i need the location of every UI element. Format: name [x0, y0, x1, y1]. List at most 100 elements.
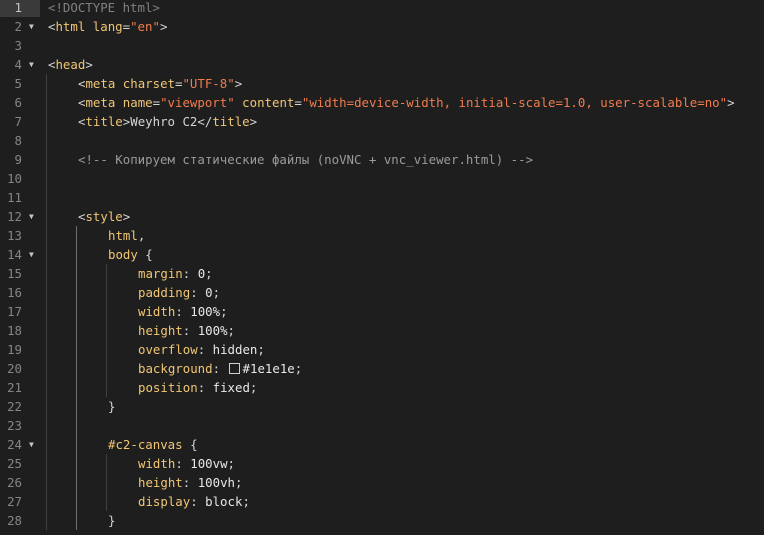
code-token: "viewport" — [160, 95, 235, 110]
line-number: 14 — [7, 247, 22, 262]
code-line[interactable]: 3 — [0, 36, 764, 55]
code-token: : — [182, 323, 198, 338]
code-line[interactable]: 16 padding: 0; — [0, 283, 764, 302]
code-line[interactable]: 15 margin: 0; — [0, 264, 764, 283]
line-number: 20 — [7, 361, 22, 376]
code-token: : — [197, 380, 213, 395]
code-token: <!-- Копируем статические файлы (noVNC +… — [78, 152, 534, 167]
code-text: <!-- Копируем статические файлы (noVNC +… — [78, 150, 533, 169]
code-token: > — [234, 76, 243, 91]
code-token: ; — [227, 323, 235, 338]
code-line[interactable]: 26 height: 100vh; — [0, 473, 764, 492]
code-line[interactable]: 4 ▼ <head> — [0, 55, 764, 74]
code-token: } — [108, 513, 116, 528]
code-token: title — [85, 114, 123, 129]
code-line[interactable]: 19 overflow: hidden; — [0, 340, 764, 359]
code-line[interactable]: 7 <title>Weyhro C2</title> — [0, 112, 764, 131]
code-text: background: #1e1e1e; — [138, 359, 302, 378]
fold-chevron-icon[interactable]: ▼ — [29, 435, 39, 454]
code-token: 100vw — [190, 456, 228, 471]
code-line[interactable]: 9 <!-- Копируем статические файлы (noVNC … — [0, 150, 764, 169]
line-number: 19 — [7, 342, 22, 357]
code-text: } — [108, 397, 115, 416]
code-token: width — [138, 304, 176, 319]
line-number: 10 — [7, 171, 22, 186]
code-token: : — [175, 456, 191, 471]
line-number: 2 — [14, 19, 22, 34]
color-swatch-icon[interactable] — [228, 363, 240, 374]
code-line[interactable]: 2 ▼ <html lang="en"> — [0, 17, 764, 36]
code-text: <head> — [48, 55, 93, 74]
code-editor[interactable]: 1 <!DOCTYPE html> 2 ▼ <html lang="en"> 3 4 ▼ <he… — [0, 0, 764, 535]
code-line[interactable]: 13 html, — [0, 226, 764, 245]
code-token: body — [108, 247, 138, 262]
code-token: position — [138, 380, 198, 395]
code-token: overflow — [138, 342, 198, 357]
code-text: <html lang="en"> — [48, 17, 167, 36]
code-line[interactable]: 22} — [0, 397, 764, 416]
code-token: ; — [249, 380, 258, 395]
line-number: 22 — [7, 399, 22, 414]
code-line[interactable]: 25 width: 100vw; — [0, 454, 764, 473]
code-token: ; — [242, 494, 250, 509]
code-token: : — [182, 475, 198, 490]
code-text: <title>Weyhro C2</title> — [78, 112, 257, 131]
code-line[interactable]: 14 ▼ body { — [0, 245, 764, 264]
fold-chevron-icon[interactable]: ▼ — [29, 207, 39, 226]
code-line[interactable]: 28} — [0, 511, 764, 530]
code-text: <!DOCTYPE html> — [48, 0, 160, 17]
code-token: style — [85, 209, 123, 224]
code-text: overflow: hidden; — [138, 340, 265, 359]
line-number: 26 — [7, 475, 22, 490]
code-token: meta — [85, 95, 116, 110]
code-token: : — [175, 304, 191, 319]
fold-chevron-icon[interactable]: ▼ — [29, 245, 39, 264]
code-token: ; — [294, 361, 303, 376]
code-line[interactable]: 12 ▼ <style> — [0, 207, 764, 226]
line-number: 18 — [7, 323, 22, 338]
code-token: , — [137, 228, 146, 243]
code-line[interactable]: 27 display: block; — [0, 492, 764, 511]
code-token: : — [197, 342, 213, 357]
code-token: #1e1e1e — [242, 361, 295, 376]
code-token: { — [182, 437, 198, 452]
code-text: display: block; — [138, 492, 250, 511]
line-number: 16 — [7, 285, 22, 300]
code-line[interactable]: 5 <meta charset="UTF-8"> — [0, 74, 764, 93]
code-line[interactable]: 10 — [0, 169, 764, 188]
code-line[interactable]: 17 width: 100%; — [0, 302, 764, 321]
code-token: > — [159, 19, 168, 34]
fold-chevron-icon[interactable]: ▼ — [29, 17, 39, 36]
line-number: 23 — [7, 418, 22, 433]
code-token: height — [138, 323, 183, 338]
code-line[interactable]: 23 — [0, 416, 764, 435]
code-text: <meta name="viewport" content="width=dev… — [78, 93, 735, 112]
code-token: : — [182, 266, 198, 281]
code-line[interactable]: 20 background: #1e1e1e; — [0, 359, 764, 378]
code-token: 100% — [197, 323, 228, 338]
code-token: ; — [212, 285, 221, 300]
code-line[interactable]: 1 <!DOCTYPE html> — [0, 0, 764, 17]
code-line[interactable]: 11 — [0, 188, 764, 207]
code-token: Weyhro C2 — [130, 114, 198, 129]
code-token: display — [138, 494, 191, 509]
line-number: 21 — [7, 380, 22, 395]
code-text: height: 100vh; — [138, 473, 242, 492]
code-line[interactable]: 6 <meta name="viewport" content="width=de… — [0, 93, 764, 112]
code-line[interactable]: 18 height: 100%; — [0, 321, 764, 340]
code-token: <!DOCTYPE html> — [48, 0, 160, 15]
line-number: 7 — [14, 114, 22, 129]
fold-chevron-icon[interactable]: ▼ — [29, 55, 39, 74]
line-number: 28 — [7, 513, 22, 528]
code-token: "en" — [130, 19, 160, 34]
code-line[interactable]: 21 position: fixed; — [0, 378, 764, 397]
code-token: { — [137, 247, 153, 262]
code-line[interactable]: 8 — [0, 131, 764, 150]
code-token: 100% — [190, 304, 221, 319]
line-number: 8 — [14, 133, 22, 148]
code-token: ; — [220, 304, 228, 319]
code-text: <meta charset="UTF-8"> — [78, 74, 242, 93]
code-line[interactable]: 24 ▼ #c2-canvas { — [0, 435, 764, 454]
code-token: : — [190, 285, 206, 300]
line-number: 24 — [7, 437, 22, 452]
